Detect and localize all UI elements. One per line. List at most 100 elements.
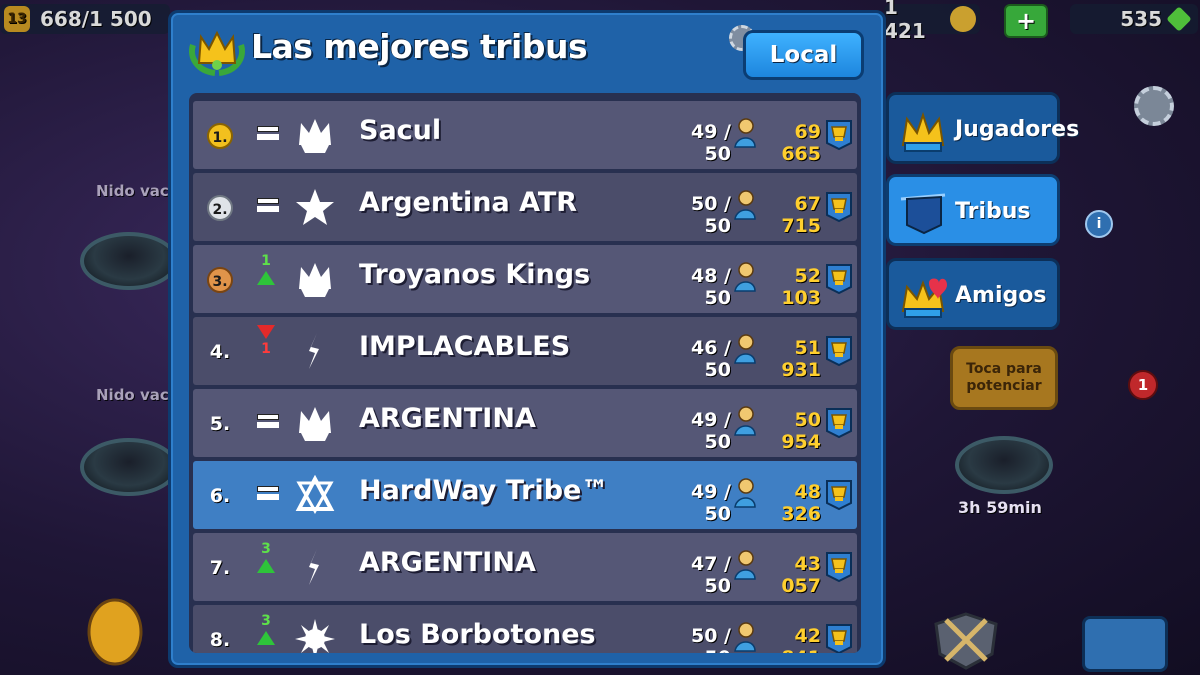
rank-change — [251, 397, 281, 449]
rank-number: 1. — [207, 123, 233, 149]
rank-change-value: 1 — [261, 341, 271, 357]
member-count: 47 / 50 — [691, 553, 731, 597]
rank-change: 3 — [251, 541, 281, 593]
trophy-icon — [826, 336, 852, 367]
tab-tribes[interactable]: Tribus — [886, 174, 1060, 246]
level-badge: 13 — [4, 6, 30, 32]
timer-label: 3h 59min — [958, 498, 1042, 517]
rank-change-value: 1 — [261, 253, 271, 269]
gem-value: 535 — [1120, 7, 1162, 31]
battle-icon[interactable] — [926, 610, 1006, 670]
trophy-icon — [826, 408, 852, 439]
info-icon[interactable]: i — [1085, 210, 1113, 238]
member-count: 48 / 50 — [691, 265, 731, 309]
rank-number: 6. — [209, 485, 231, 507]
tribe-row[interactable]: 4. 1 IMPLACABLES 46 / 50 51 931 — [193, 317, 857, 385]
member-count: 46 / 50 — [691, 337, 731, 381]
trophy-count: 50 954 — [781, 409, 821, 453]
trophy-count: 43 057 — [781, 553, 821, 597]
member-count: 49 / 50 — [691, 409, 731, 453]
tribe-row[interactable]: 7. 3 ARGENTINA 47 / 50 43 057 — [193, 533, 857, 601]
scope-local-button[interactable]: Local — [743, 30, 864, 80]
rank-change-value: 3 — [261, 613, 271, 629]
trophy-count: 69 665 — [781, 121, 821, 165]
rank-number: 3. — [207, 267, 233, 293]
rank-number: 5. — [209, 413, 231, 435]
panel-title: Las mejores tribus — [251, 27, 588, 66]
food-icon — [950, 6, 976, 32]
trophy-count: 48 326 — [781, 481, 821, 525]
tab-players[interactable]: Jugadores — [886, 92, 1079, 164]
settings-gear-icon[interactable] — [1134, 86, 1174, 126]
no-change-icon — [257, 486, 279, 492]
tab-label: Tribus — [955, 199, 1031, 224]
crown-emblem-icon — [295, 115, 335, 155]
trophy-icon — [826, 624, 852, 653]
tribe-name: Sacul — [359, 115, 442, 146]
crown-emblem-icon — [295, 259, 335, 299]
nest[interactable] — [955, 436, 1053, 494]
gem-icon — [1166, 6, 1192, 32]
crown-emblem-icon — [295, 403, 335, 443]
rank-number: 7. — [209, 557, 231, 579]
rank-change — [251, 109, 281, 161]
no-change-icon — [257, 414, 279, 420]
trophy-icon — [826, 192, 852, 223]
rank-change — [251, 181, 281, 233]
rank-change: 3 — [251, 613, 281, 653]
rank-number: 8. — [209, 629, 231, 651]
tribe-list[interactable]: 1. Sacul 49 / 50 69 665 2. Argentina ATR 50 / … — [189, 93, 861, 653]
tribe-name: Argentina ATR — [359, 187, 578, 218]
rank-down-icon — [257, 325, 275, 339]
tribe-name: HardWay Tribe™ — [359, 475, 609, 506]
egg-chest-icon[interactable] — [80, 598, 150, 668]
tribe-name: ARGENTINA — [359, 547, 536, 578]
member-icon — [734, 190, 756, 220]
tribe-row[interactable]: 3. 1 Troyanos Kings 48 / 50 52 103 — [193, 245, 857, 313]
empty-nest[interactable] — [80, 438, 178, 496]
capacity-bar: 13 668/1 500 — [0, 4, 170, 34]
resource-counter: 1 421 — [884, 0, 980, 43]
notification-badge: 1 — [1128, 370, 1158, 400]
rank-change — [251, 469, 281, 521]
rank-change-value: 3 — [261, 541, 271, 557]
tribe-row[interactable]: 5. ARGENTINA 49 / 50 50 954 — [193, 389, 857, 457]
tab-friends[interactable]: Amigos — [886, 258, 1060, 330]
tribe-row[interactable]: 2. Argentina ATR 50 / 50 67 715 — [193, 173, 857, 241]
trophy-icon — [826, 120, 852, 151]
member-icon — [734, 118, 756, 148]
rank-number: 4. — [209, 341, 231, 363]
member-count: 50 / 50 — [691, 193, 731, 237]
tribe-name: Los Borbotones — [359, 619, 596, 650]
gem-counter: 535 — [1070, 4, 1198, 34]
member-icon — [734, 262, 756, 292]
trophy-icon — [826, 552, 852, 583]
nest-label: Nido vací — [96, 182, 174, 200]
resource-value: 1 421 — [884, 0, 926, 43]
crown-heart-icon — [901, 278, 947, 318]
star-emblem-icon — [295, 187, 335, 227]
add-resource-button[interactable]: + — [1004, 4, 1048, 38]
laurel-crown-icon — [189, 30, 245, 76]
tribe-name: ARGENTINA — [359, 403, 536, 434]
capacity-value: 668/1 500 — [40, 7, 152, 31]
trophy-icon — [826, 264, 852, 295]
empty-nest[interactable] — [80, 232, 178, 290]
tribe-name: IMPLACABLES — [359, 331, 571, 362]
video-reward-button[interactable] — [1082, 616, 1168, 672]
rank-number: 2. — [207, 195, 233, 221]
tribe-row[interactable]: 6. HardWay Tribe™ 49 / 50 48 326 — [193, 461, 857, 529]
trophy-count: 42 841 — [781, 625, 821, 653]
member-icon — [734, 478, 756, 508]
member-icon — [734, 622, 756, 652]
tribe-row[interactable]: 1. Sacul 49 / 50 69 665 — [193, 101, 857, 169]
tribe-row[interactable]: 8. 3 Los Borbotones 50 / 50 42 841 — [193, 605, 857, 653]
member-icon — [734, 334, 756, 364]
tab-label: Jugadores — [955, 117, 1080, 142]
crown-icon — [901, 111, 945, 152]
rank-up-icon — [257, 631, 275, 645]
boost-tooltip[interactable]: Toca para potenciar — [950, 346, 1058, 410]
rank-up-icon — [257, 271, 275, 285]
no-change-icon — [257, 198, 279, 204]
member-count: 49 / 50 — [691, 481, 731, 525]
